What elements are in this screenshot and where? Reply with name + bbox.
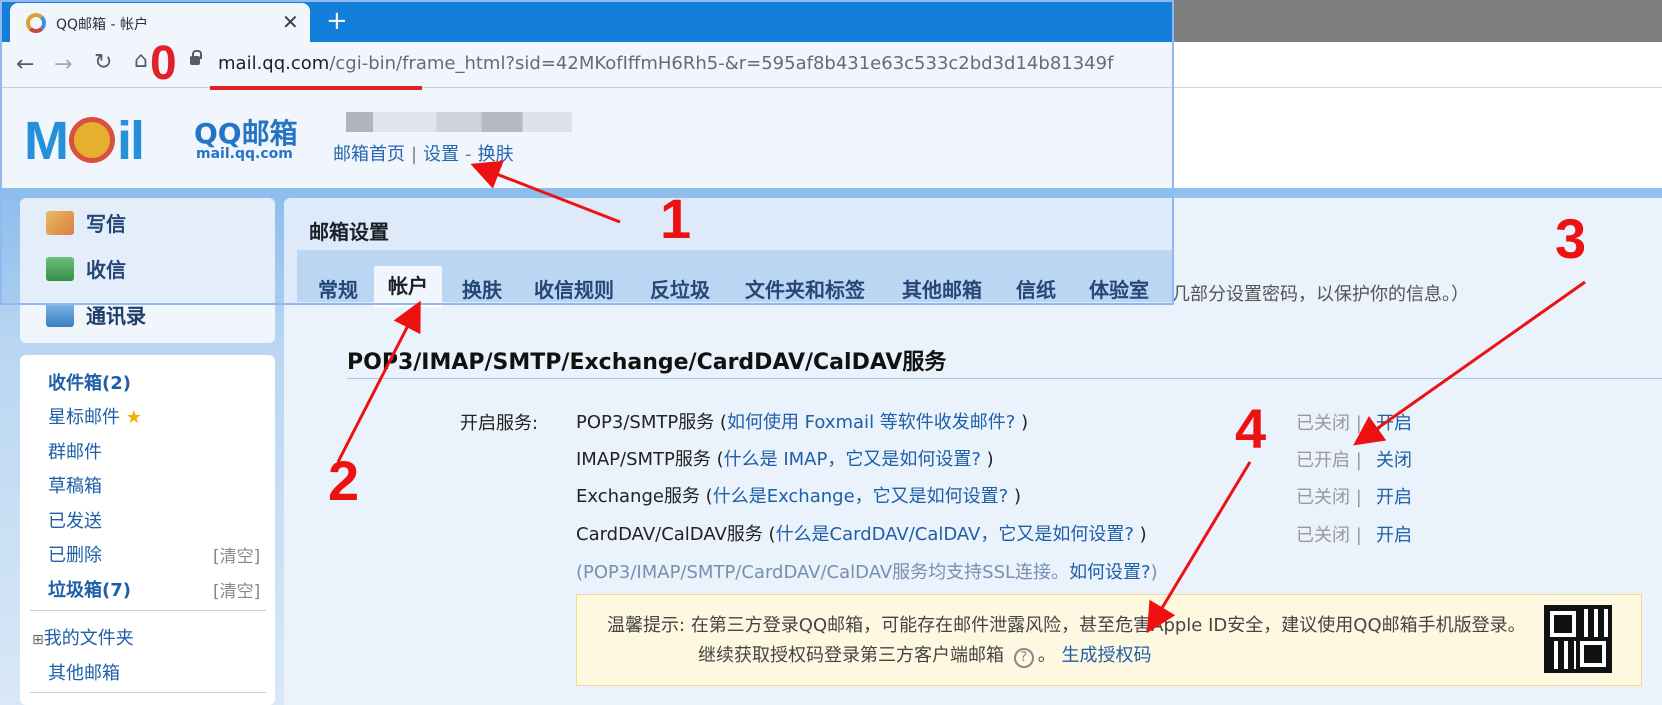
- exchange-enable-link[interactable]: 开启: [1376, 483, 1412, 509]
- folder-deleted[interactable]: 已删除: [48, 541, 102, 567]
- qq-mail-logo[interactable]: Mil: [24, 110, 145, 172]
- folder-inbox[interactable]: 收件箱(2): [48, 369, 131, 395]
- tab-title: QQ邮箱 - 帐户: [56, 17, 148, 33]
- exchange-help-link[interactable]: 什么是Exchange，它又是如何设置?: [713, 486, 1009, 507]
- contacts-icon: [46, 303, 74, 327]
- compose-button[interactable]: 写信: [46, 208, 126, 237]
- imap-help-link[interactable]: 什么是 IMAP，它又是如何设置?: [724, 449, 981, 470]
- tab-general[interactable]: 常规: [318, 274, 358, 303]
- tab-receive-rules[interactable]: 收信规则: [534, 274, 614, 303]
- tip-label: 温馨提示:: [607, 615, 686, 636]
- ssl-note: (POP3/IMAP/SMTP/CardDAV/CalDAV服务均支持SSL连接…: [576, 562, 1158, 583]
- carddav-enable-link[interactable]: 开启: [1376, 521, 1412, 547]
- penguin-logo-icon: [68, 117, 115, 163]
- imap-disable-link[interactable]: 关闭: [1376, 446, 1412, 472]
- tab-other-mailboxes[interactable]: 其他邮箱: [902, 274, 982, 303]
- lock-icon: [190, 50, 202, 65]
- browser-tab-strip-inactive: [1174, 0, 1662, 42]
- separator: |: [411, 144, 418, 165]
- folder-drafts[interactable]: 草稿箱: [48, 472, 102, 498]
- close-tab-icon[interactable]: ✕: [282, 10, 299, 34]
- tab-lab[interactable]: 体验室: [1089, 274, 1149, 303]
- folder-starred[interactable]: 星标邮件 ★: [48, 403, 142, 429]
- section-title: POP3/IMAP/SMTP/Exchange/CardDAV/CalDAV服务: [347, 350, 947, 375]
- folder-sent[interactable]: 已发送: [48, 507, 102, 533]
- annotation-2: 2: [328, 449, 360, 512]
- page-title: 邮箱设置: [309, 220, 389, 244]
- receive-button[interactable]: 收信: [46, 254, 126, 283]
- tip-box: [576, 594, 1642, 686]
- tip-line-1: 温馨提示: 在第三方登录QQ邮箱，可能存在邮件泄露风险，甚至危害Apple ID…: [607, 615, 1526, 636]
- back-icon[interactable]: ←: [16, 52, 34, 77]
- tab-anti-spam[interactable]: 反垃圾: [650, 274, 710, 303]
- annotation-0: 0: [150, 37, 177, 90]
- divider: [347, 378, 1662, 379]
- tab-folders-labels[interactable]: 文件夹和标签: [745, 274, 865, 303]
- qr-code: [1544, 605, 1612, 673]
- service-imap-smtp: IMAP/SMTP服务 (什么是 IMAP，它又是如何设置? ): [576, 449, 994, 470]
- status-badge: 已关闭 |: [1296, 487, 1362, 508]
- expand-icon[interactable]: ⊞: [32, 632, 44, 648]
- annotation-3: 3: [1555, 207, 1587, 270]
- tab-skin[interactable]: 换肤: [462, 274, 502, 303]
- status-badge: 已开启 |: [1296, 450, 1362, 471]
- chrome-favicon-icon: [26, 13, 46, 33]
- compose-icon: [46, 211, 74, 235]
- generate-auth-code-link[interactable]: 生成授权码: [1061, 645, 1151, 666]
- logo-domain-text: mail.qq.com: [196, 146, 293, 162]
- folder-my-folders[interactable]: ⊞我的文件夹: [32, 624, 134, 650]
- clear-junk-link[interactable]: [清空]: [213, 577, 260, 602]
- skin-link[interactable]: 换肤: [478, 144, 514, 165]
- star-icon: ★: [125, 407, 142, 428]
- folder-group[interactable]: 群邮件: [48, 438, 102, 464]
- annotation-1: 1: [660, 187, 692, 250]
- pop3-help-link[interactable]: 如何使用 Foxmail 等软件收发邮件?: [727, 412, 1015, 433]
- settings-link[interactable]: 设置: [423, 144, 459, 165]
- home-icon[interactable]: ⌂: [134, 48, 148, 73]
- blurred-account-name: [346, 112, 572, 132]
- help-icon[interactable]: ?: [1013, 648, 1034, 668]
- tab-stationery[interactable]: 信纸: [1016, 274, 1056, 303]
- new-tab-button[interactable]: +: [326, 6, 348, 36]
- tip-line-2: 继续获取授权码登录第三方客户端邮箱 ?。 生成授权码: [698, 645, 1152, 668]
- clear-deleted-link[interactable]: [清空]: [213, 542, 260, 567]
- forward-icon[interactable]: →: [54, 52, 72, 77]
- service-carddav-caldav: CardDAV/CalDAV服务 (什么是CardDAV/CalDAV，它又是如…: [576, 524, 1147, 545]
- url-text[interactable]: mail.qq.com/cgi-bin/frame_html?sid=42MKo…: [218, 53, 1113, 74]
- url-highlight-underline: [210, 86, 422, 90]
- service-pop3-smtp: POP3/SMTP服务 (如何使用 Foxmail 等软件收发邮件? ): [576, 412, 1029, 433]
- pop3-enable-link[interactable]: 开启: [1376, 409, 1412, 435]
- folder-other-mailboxes[interactable]: 其他邮箱: [48, 659, 120, 685]
- folder-junk[interactable]: 垃圾箱(7): [48, 576, 131, 602]
- contacts-button[interactable]: 通讯录: [46, 300, 146, 329]
- divider: [30, 610, 266, 611]
- mail-home-link[interactable]: 邮箱首页: [333, 144, 405, 165]
- inbox-download-icon: [46, 257, 74, 281]
- tab-account[interactable]: 帐户: [374, 266, 442, 307]
- separator: -: [465, 144, 472, 165]
- divider: [30, 692, 266, 693]
- password-notice-text: 几部分设置密码，以保护你的信息。）: [1172, 284, 1469, 305]
- open-service-label: 开启服务:: [460, 413, 539, 434]
- status-badge: 已关闭 |: [1296, 525, 1362, 546]
- carddav-help-link[interactable]: 什么是CardDAV/CalDAV，它又是如何设置?: [776, 524, 1134, 545]
- status-badge: 已关闭 |: [1296, 413, 1362, 434]
- service-exchange: Exchange服务 (什么是Exchange，它又是如何设置? ): [576, 486, 1021, 507]
- annotation-4: 4: [1235, 397, 1267, 460]
- reload-icon[interactable]: ↻: [94, 50, 112, 75]
- top-links: 邮箱首页 | 设置 - 换肤: [333, 140, 514, 166]
- ssl-howto-link[interactable]: 如何设置?: [1069, 562, 1151, 583]
